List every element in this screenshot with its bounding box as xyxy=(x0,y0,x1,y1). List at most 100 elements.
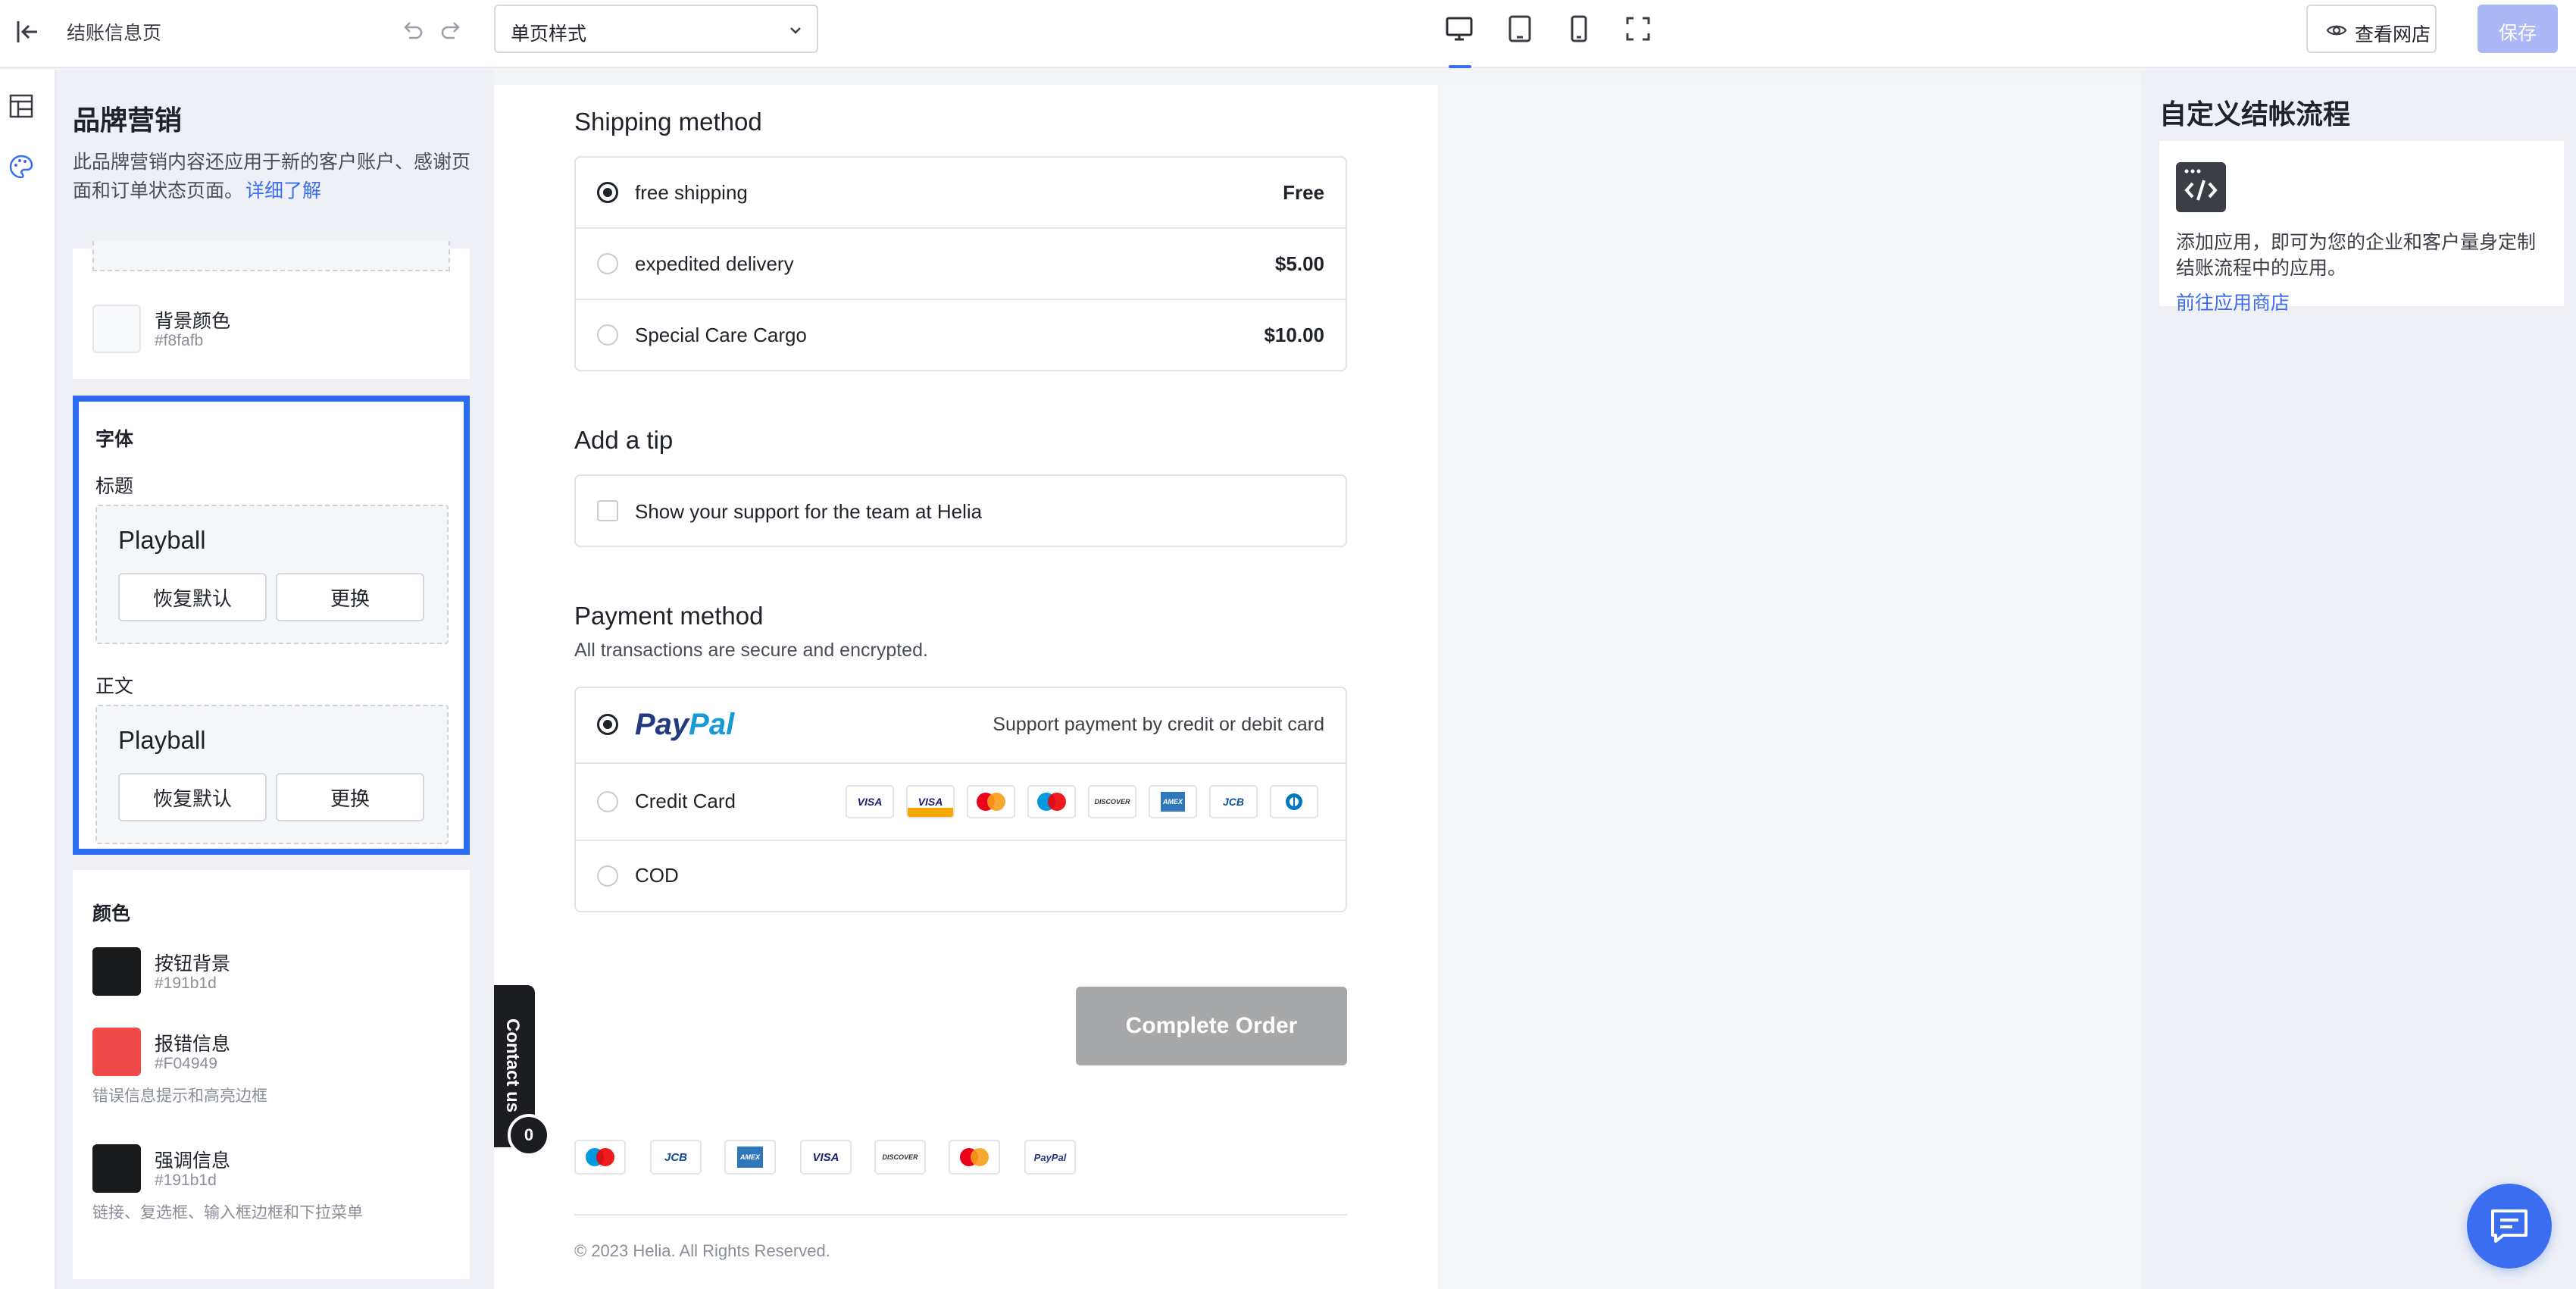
paypal-note: Support payment by credit or debit card xyxy=(993,714,1324,735)
shipping-option-price: $5.00 xyxy=(1274,252,1324,275)
visa-electron-icon: VISA xyxy=(906,785,955,818)
discover-icon: DISCOVER xyxy=(874,1140,926,1175)
font-section-title: 字体 xyxy=(95,429,134,450)
background-color-swatch[interactable] xyxy=(92,305,141,353)
heading-change-button[interactable]: 更换 xyxy=(276,573,424,621)
accent-color-note: 链接、复选框、输入框边框和下拉菜单 xyxy=(92,1204,363,1222)
palette-icon[interactable] xyxy=(8,153,35,180)
copyright: © 2023 Helia. All Rights Reserved. xyxy=(574,1241,830,1260)
heading-font-name: Playball xyxy=(118,526,206,554)
payment-option-paypal[interactable]: PayPal Support payment by credit or debi… xyxy=(576,688,1346,764)
tip-box[interactable]: Show your support for the team at Helia xyxy=(574,474,1347,547)
radio[interactable] xyxy=(597,865,618,887)
layout-icon[interactable] xyxy=(8,92,35,120)
payment-option-credit-card[interactable]: Credit Card VISA VISA DISCOVER AMEX JCB xyxy=(576,764,1346,841)
visa-icon: VISA xyxy=(846,785,894,818)
background-color-card: 背景颜色 #f8fafb xyxy=(73,241,470,379)
body-reset-button[interactable]: 恢复默认 xyxy=(118,773,267,821)
credit-card-label: Credit Card xyxy=(635,790,736,812)
error-color-label: 报错信息 xyxy=(155,1034,231,1055)
radio[interactable] xyxy=(597,324,618,346)
dashed-placeholder xyxy=(92,241,450,271)
contact-badge: 0 xyxy=(508,1114,550,1156)
template-select-value: 单页样式 xyxy=(511,23,587,45)
mobile-view-icon[interactable] xyxy=(1564,14,1594,44)
chat-icon xyxy=(2490,1208,2529,1244)
active-view-indicator xyxy=(1449,65,1471,68)
panel-description-cont: 面和订单状态页面。 xyxy=(73,180,244,202)
undo-icon[interactable] xyxy=(399,17,426,44)
paypal-icon: PayPal xyxy=(1024,1140,1076,1175)
jcb-footer-text: JCB xyxy=(664,1150,687,1164)
reset-label: 恢复默认 xyxy=(152,587,232,610)
heading-font-box: Playball 恢复默认 更换 xyxy=(95,505,449,644)
button-bg-value: #191b1d xyxy=(155,975,217,992)
right-panel-title: 自定义结帐流程 xyxy=(2159,99,2351,130)
footer-divider xyxy=(574,1214,1347,1215)
tip-checkbox[interactable] xyxy=(597,500,618,521)
desktop-view-icon[interactable] xyxy=(1444,14,1474,44)
visa-icon-text: VISA xyxy=(857,796,883,808)
tablet-view-icon[interactable] xyxy=(1505,14,1535,44)
amex-icon: AMEX xyxy=(724,1140,776,1175)
save-label: 保存 xyxy=(2499,23,2537,44)
error-color-note: 错误信息提示和高亮边框 xyxy=(92,1087,267,1105)
tip-title: Add a tip xyxy=(574,426,674,454)
learn-more-link[interactable]: 详细了解 xyxy=(245,176,321,203)
payment-option-cod[interactable]: COD xyxy=(576,841,1346,911)
complete-order-button[interactable]: Complete Order xyxy=(1076,987,1347,1065)
jcb-icon-text: JCB xyxy=(1222,796,1244,808)
cod-label: COD xyxy=(635,864,679,887)
radio[interactable] xyxy=(597,253,618,274)
panel-description: 此品牌营销内容还应用于新的客户账户、感谢页 xyxy=(73,152,471,173)
panel-title: 品牌营销 xyxy=(73,105,183,136)
jcb-icon: JCB xyxy=(650,1140,702,1175)
error-color-swatch[interactable] xyxy=(92,1028,141,1076)
mastercard-icon xyxy=(967,785,1015,818)
page-title: 结账信息页 xyxy=(67,23,162,44)
body-font-box: Playball 恢复默认 更换 xyxy=(95,705,449,844)
app-card-description-cont: 结账流程中的应用。 xyxy=(2176,258,2347,279)
payment-subtitle: All transactions are secure and encrypte… xyxy=(574,640,928,661)
eye-icon xyxy=(2326,21,2347,39)
shipping-option-name: free shipping xyxy=(635,181,748,204)
radio[interactable] xyxy=(597,791,618,812)
shipping-option-name: expedited delivery xyxy=(635,252,794,275)
body-change-button[interactable]: 更换 xyxy=(276,773,424,821)
fullscreen-icon[interactable] xyxy=(1623,14,1653,44)
change-label: 更换 xyxy=(330,587,370,610)
tip-checkbox-label: Show your support for the team at Helia xyxy=(635,500,983,523)
template-select[interactable]: 单页样式 xyxy=(494,5,818,53)
discover-footer-text: DISCOVER xyxy=(882,1153,918,1161)
change-label: 更换 xyxy=(330,787,370,810)
paypal-logo-pal: Pal xyxy=(689,708,735,741)
exit-icon[interactable] xyxy=(12,17,42,47)
contact-badge-count: 0 xyxy=(524,1125,534,1144)
view-store-button[interactable]: 查看网店 xyxy=(2306,5,2437,53)
button-bg-swatch[interactable] xyxy=(92,947,141,996)
heading-reset-button[interactable]: 恢复默认 xyxy=(118,573,267,621)
chat-button[interactable] xyxy=(2467,1184,2552,1269)
body-font-label: 正文 xyxy=(95,676,134,697)
contact-us-label: Contact us xyxy=(502,1018,524,1113)
save-button[interactable]: 保存 xyxy=(2478,5,2558,53)
accent-color-swatch[interactable] xyxy=(92,1144,141,1193)
chevron-down-icon xyxy=(788,23,803,38)
font-card: 字体 标题 Playball 恢复默认 更换 正文 Playball 恢复默认 … xyxy=(73,396,470,855)
redo-icon[interactable] xyxy=(438,17,465,44)
shipping-option[interactable]: free shipping Free xyxy=(576,158,1346,229)
radio-selected[interactable] xyxy=(597,714,618,735)
shipping-option[interactable]: Special Care Cargo $10.00 xyxy=(576,300,1346,370)
shipping-option[interactable]: expedited delivery $5.00 xyxy=(576,229,1346,300)
app-store-link[interactable]: 前往应用商店 xyxy=(2176,288,2290,315)
background-color-label: 背景颜色 xyxy=(155,311,231,332)
amex-icon: AMEX xyxy=(1149,785,1197,818)
app-card: 添加应用，即可为您的企业和客户量身定制 结账流程中的应用。 前往应用商店 xyxy=(2159,141,2564,314)
error-color-value: #F04949 xyxy=(155,1055,217,1072)
shipping-option-price: $10.00 xyxy=(1264,324,1324,346)
branding-panel: 品牌营销 此品牌营销内容还应用于新的客户账户、感谢页 面和订单状态页面。 详细了… xyxy=(56,70,494,1289)
accent-color-value: #191b1d xyxy=(155,1172,217,1189)
radio-selected[interactable] xyxy=(597,182,618,203)
shipping-option-price: Free xyxy=(1283,181,1324,204)
paypal-logo-pay: Pay xyxy=(635,708,689,741)
